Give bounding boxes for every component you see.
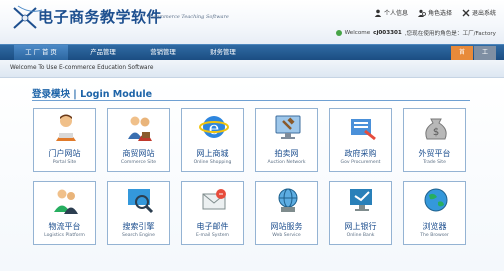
welcome-prefix: Welcome (344, 30, 371, 36)
breadcrumb-text: Welcome To Use E-commerce Education Soft… (10, 65, 154, 71)
module-portal[interactable]: 门户网站 Portal Site (33, 108, 96, 172)
module-label-en: The Browser (420, 233, 449, 238)
money-bag-icon: $ (425, 118, 447, 140)
role-select-link[interactable]: 角色选择 (417, 8, 452, 17)
nav-finance[interactable]: 财务管理 (198, 45, 248, 60)
module-logistics[interactable]: 物流平台 Logistics Platform (33, 181, 96, 245)
nav-factory-button[interactable]: 工 (474, 46, 496, 60)
module-label-cn: 物流平台 (48, 222, 81, 231)
module-label-en: Commerce Site (120, 160, 157, 165)
module-label-cn: 浏览器 (422, 222, 447, 231)
auction-monitor-icon (275, 115, 301, 139)
module-label-cn: 网站服务 (270, 222, 303, 231)
module-label-en: Web Service (272, 233, 301, 238)
module-label-cn: 网上商城 (196, 149, 229, 158)
module-label-cn: 网上银行 (344, 222, 377, 231)
module-label-en: Gov Procurement (340, 160, 381, 165)
top-links: 个人信息 角色选择 退出系统 (374, 8, 496, 17)
svg-text:$: $ (433, 127, 439, 138)
module-label-en: Portal Site (52, 160, 77, 165)
welcome-text: Welcome cj003301 ,您现在使用的角色是：工厂/Factory (335, 29, 496, 37)
online-bank-icon (350, 189, 372, 211)
module-label-cn: 拍卖网 (274, 149, 299, 158)
module-auction[interactable]: 拍卖网 Auction Network (255, 108, 318, 172)
main-content: 登录模块 | Login Module 门户网站 Portal Site 商贸网… (0, 78, 504, 271)
app-title: 电子商务教学软件 (38, 8, 163, 26)
module-label-cn: 搜索引擎 (122, 222, 155, 231)
app-subtitle: E-commerce Teaching Software (148, 14, 229, 20)
section-divider (32, 100, 470, 101)
web-service-icon (278, 188, 298, 212)
module-trade[interactable]: $ 外贸平台 Trade Site (403, 108, 466, 172)
logout-link[interactable]: 退出系统 (462, 8, 496, 17)
module-gov-procurement[interactable]: 政府采购 Gov Procurement (329, 108, 392, 172)
module-label-en: Logistics Platform (44, 233, 85, 238)
main-nav: 工 厂 首 页 产品管理 营销管理 财务管理 首 工 (0, 44, 504, 60)
module-browser[interactable]: 浏览器 The Browser (403, 181, 466, 245)
module-online-bank[interactable]: 网上银行 Online Bank (329, 181, 392, 245)
portal-person-icon (56, 114, 76, 141)
module-label-cn: 电子邮件 (196, 222, 229, 231)
module-label-en: Auction Network (267, 160, 306, 165)
module-online-shopping[interactable]: e 网上商城 Online Shopping (181, 108, 244, 172)
profile-link-label: 个人信息 (383, 10, 408, 17)
breadcrumb: Welcome To Use E-commerce Education Soft… (0, 60, 504, 78)
exit-icon (462, 9, 470, 16)
module-label-cn: 商贸网站 (122, 149, 155, 158)
module-label-cn: 政府采购 (344, 149, 377, 158)
module-label-cn: 门户网站 (48, 149, 81, 158)
search-engine-icon (128, 189, 154, 214)
section-title: 登录模块 | Login Module (32, 89, 153, 100)
logout-link-label: 退出系统 (471, 10, 496, 17)
online-status-icon (335, 30, 342, 36)
module-search-engine[interactable]: 搜索引擎 Search Engine (107, 181, 170, 245)
person-icon (374, 9, 382, 17)
nav-products[interactable]: 产品管理 (78, 45, 128, 60)
role-icon (417, 9, 426, 17)
module-web-service[interactable]: 网站服务 Web Service (255, 181, 318, 245)
browser-globe-icon (424, 188, 448, 212)
nav-right-buttons: 首 工 (451, 46, 496, 60)
business-people-icon (128, 116, 152, 141)
role-select-link-label: 角色选择 (427, 10, 452, 17)
module-label-en: Search Engine (122, 233, 155, 238)
app-header: 电子商务教学软件 E-commerce Teaching Software 个人… (0, 0, 504, 44)
module-label-en: Online Shopping (193, 160, 232, 165)
username: cj003301 (373, 30, 402, 36)
module-label-en: Online Bank (346, 233, 375, 238)
nav-marketing[interactable]: 营销管理 (138, 45, 188, 60)
logistics-people-icon (54, 189, 78, 214)
module-label-cn: 外贸平台 (418, 149, 451, 158)
module-label-en: E-mail System (196, 233, 229, 238)
internet-explorer-icon: e (199, 116, 229, 139)
module-email[interactable]: 电子邮件 E-mail System (181, 181, 244, 245)
nav-home-button[interactable]: 首 (451, 46, 473, 60)
nav-home[interactable]: 工 厂 首 页 (14, 45, 68, 60)
module-label-en: Trade Site (423, 160, 446, 165)
email-icon (202, 189, 226, 210)
profile-link[interactable]: 个人信息 (374, 8, 408, 17)
module-commerce[interactable]: 商贸网站 Commerce Site (107, 108, 170, 172)
welcome-role: ,您现在使用的角色是：工厂/Factory (404, 31, 496, 37)
government-procurement-icon (351, 119, 376, 141)
